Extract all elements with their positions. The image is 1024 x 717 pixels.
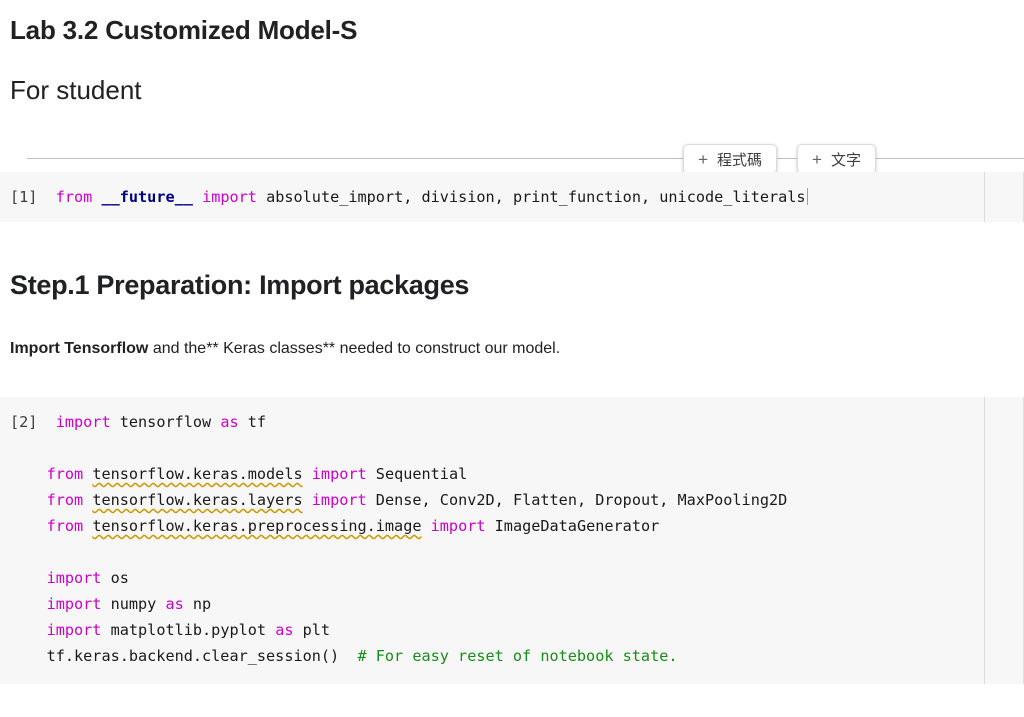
code-token: import <box>202 188 257 206</box>
code-token: as <box>275 621 294 639</box>
plus-icon: + <box>812 149 822 169</box>
code-cell-2-content[interactable]: [2] import tensorflow as tf from tensorf… <box>10 409 1023 669</box>
code-token: import <box>311 465 367 483</box>
add-text-cell-label: 文字 <box>830 151 861 169</box>
code-cell-1-content[interactable]: [1] from __future__ import absolute_impo… <box>10 184 1023 210</box>
plus-icon: + <box>698 149 709 169</box>
code-token: os <box>101 569 129 587</box>
code-token: from <box>46 465 84 483</box>
add-text-cell-button[interactable]: + 文字 <box>797 144 876 174</box>
code-token: np <box>183 595 212 613</box>
code-token: # For easy reset of notebook state. <box>357 647 678 665</box>
code-token: matplotlib.pyplot <box>101 621 276 639</box>
code-token: import <box>55 413 111 431</box>
add-code-cell-label: 程式碼 <box>717 151 763 169</box>
code-token: Sequential <box>366 465 468 483</box>
code-cell-1[interactable]: [1] from __future__ import absolute_impo… <box>0 172 1024 222</box>
section-heading[interactable]: Step.1 Preparation: Import packages <box>10 268 1014 302</box>
code-token: absolute_import, division, print_functio… <box>256 188 806 206</box>
text-caret <box>806 188 808 205</box>
cell-1-execution-count[interactable]: [1] <box>10 188 37 206</box>
code-token: numpy <box>101 595 166 613</box>
code-token: as <box>165 595 184 613</box>
code-token: tensorflow.keras.layers <box>92 491 303 509</box>
code-token: import <box>46 621 102 639</box>
code-token: Dense, Conv2D, Flatten, Dropout, MaxPool… <box>366 491 788 509</box>
notebook-title-block: Lab 3.2 Customized Model-S For student <box>0 0 1024 106</box>
add-code-cell-button[interactable]: + 程式碼 <box>683 144 778 174</box>
cell-gutter-line <box>984 172 985 222</box>
code-token: import <box>46 595 102 613</box>
paragraph-rest: and the** Keras classes** needed to cons… <box>148 340 561 357</box>
cell-2-execution-count[interactable]: [2] <box>10 413 37 431</box>
code-token: tf.keras.backend.clear_session() <box>46 647 358 665</box>
code-token: from <box>46 517 84 535</box>
code-token: import <box>46 569 102 587</box>
code-token: import <box>311 491 367 509</box>
section-paragraph[interactable]: Import Tensorflow and the** Keras classe… <box>10 338 1014 360</box>
code-cell-2[interactable]: [2] import tensorflow as tf from tensorf… <box>0 397 1024 684</box>
code-token: tf <box>238 413 267 431</box>
code-token: as <box>220 413 239 431</box>
code-token: tensorflow.keras.models <box>92 465 303 483</box>
code-token: plt <box>293 621 331 639</box>
section-heading-block: Step.1 Preparation: Import packages <box>0 268 1024 302</box>
cell-2-source[interactable]: import tensorflow as tf from tensorflow.… <box>10 413 788 665</box>
code-token: ImageDataGenerator <box>485 517 660 535</box>
page-title[interactable]: Lab 3.2 Customized Model-S <box>10 0 1014 46</box>
code-token: __future__ <box>101 188 193 206</box>
cell-gutter-line <box>984 397 985 684</box>
paragraph-bold-lead: Import Tensorflow <box>10 340 149 357</box>
code-token: from <box>55 188 93 206</box>
cell-1-source[interactable]: from __future__ import absolute_import, … <box>37 188 806 206</box>
code-token: from <box>46 491 84 509</box>
code-token: import <box>430 517 486 535</box>
code-token: tensorflow.keras.preprocessing.image <box>92 517 422 535</box>
section-paragraph-block: Import Tensorflow and the** Keras classe… <box>0 338 1024 360</box>
code-token: tensorflow <box>110 413 221 431</box>
page-subtitle[interactable]: For student <box>10 46 1014 106</box>
